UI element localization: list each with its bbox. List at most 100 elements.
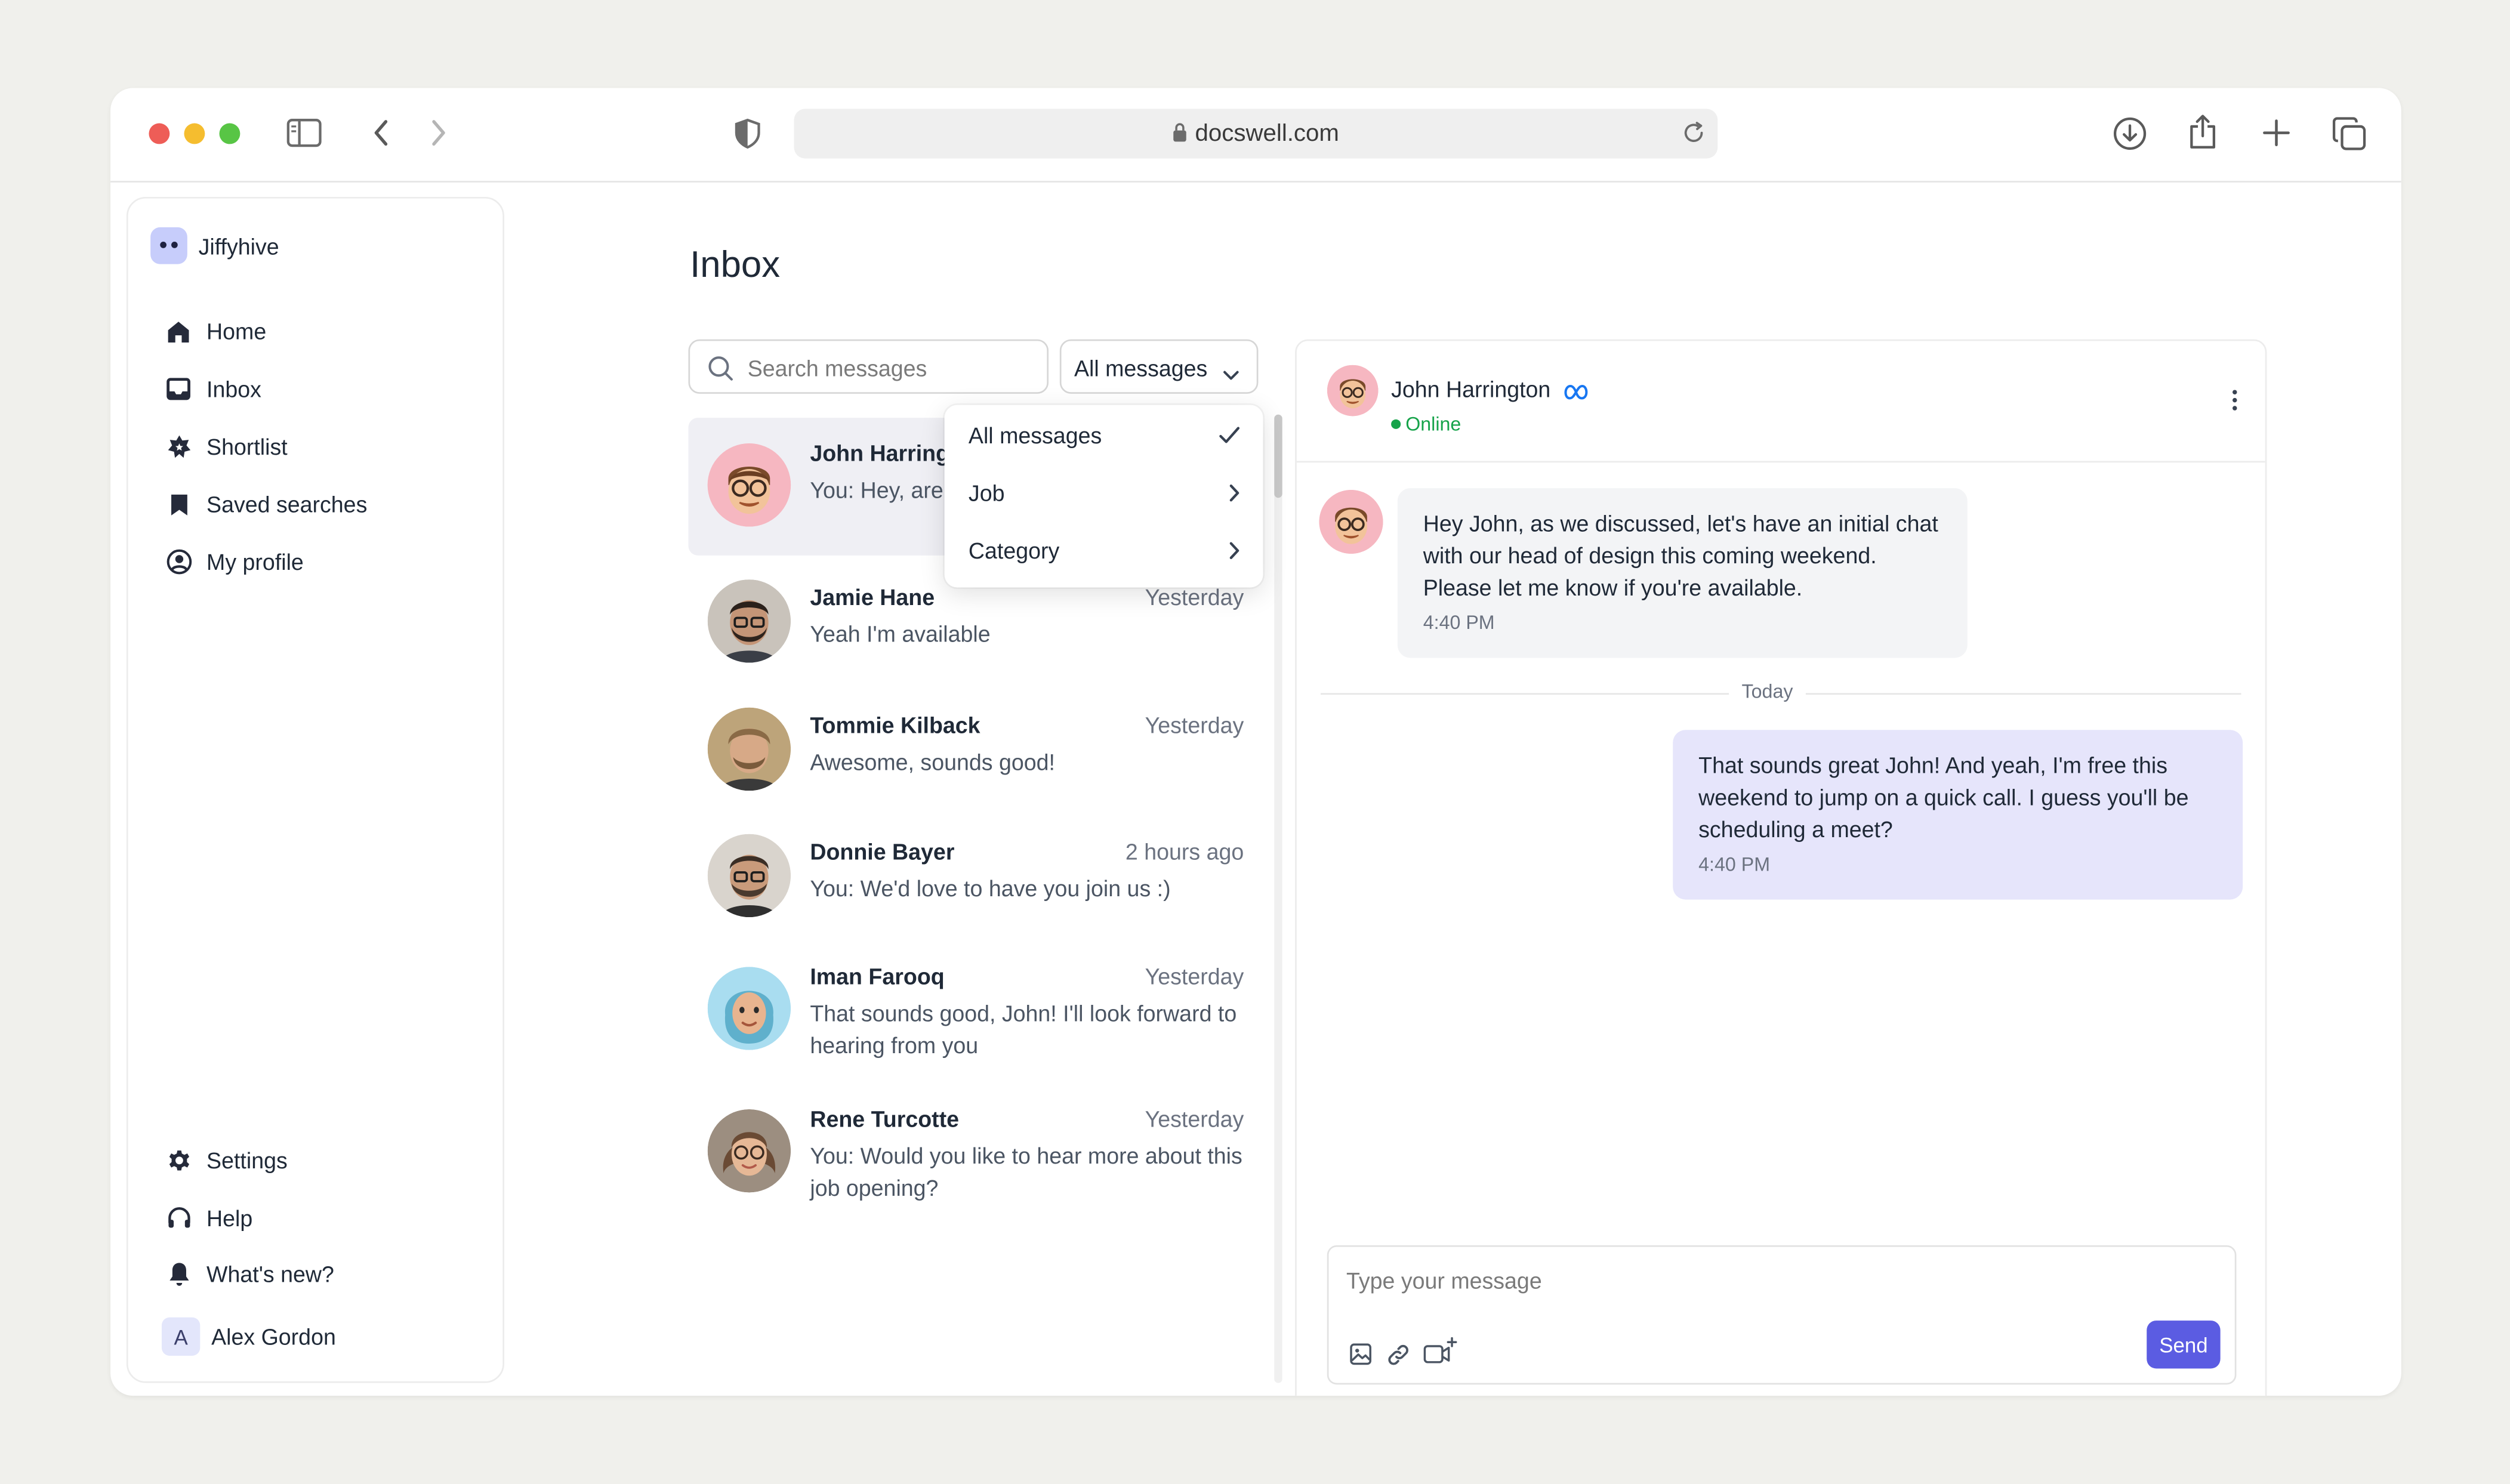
conversation-item[interactable]: Donnie Bayer 2 hours ago You: We'd love …	[688, 823, 1256, 935]
reload-icon[interactable]	[1682, 122, 1705, 152]
chat-panel: John Harrington Online Hey John, as we d…	[1295, 339, 2267, 1396]
sidebar-item-settings[interactable]: Settings	[165, 1143, 288, 1178]
user-name: Alex Gordon	[211, 1323, 336, 1350]
sidebar: Jiffyhive Home Inbox Shortlist Saved sea…	[126, 196, 504, 1383]
forward-icon[interactable]	[429, 119, 448, 156]
link-icon[interactable]	[1386, 1343, 1410, 1375]
avatar[interactable]	[1327, 365, 1379, 416]
sidebar-toggle-icon[interactable]	[286, 119, 322, 156]
browser-window: docswell.com Jiffyhive Home Inbox Shortl…	[110, 88, 2401, 1396]
sidebar-item-label: Home	[206, 318, 267, 344]
gear-icon	[165, 1147, 192, 1174]
meta-icon	[1564, 380, 1588, 408]
avatar	[707, 443, 791, 527]
conversation-name: Iman Farooq	[810, 963, 945, 989]
brand[interactable]: Jiffyhive	[150, 227, 279, 264]
sidebar-item-home[interactable]: Home	[165, 314, 266, 349]
sidebar-item-whats-new[interactable]: What's new?	[165, 1257, 334, 1292]
avatar	[707, 967, 791, 1050]
filter-menu: All messages Job Category	[944, 405, 1263, 588]
send-button[interactable]: Send	[2147, 1321, 2221, 1369]
search-icon	[708, 356, 733, 389]
date-divider-label: Today	[1729, 680, 1806, 703]
menu-item-label: All messages	[968, 422, 1102, 449]
image-icon[interactable]	[1349, 1343, 1372, 1374]
share-icon[interactable]	[2188, 113, 2217, 158]
conversation-preview: You: We'd love to have you join us :)	[810, 875, 1171, 902]
filter-dropdown[interactable]: All messages	[1059, 339, 1259, 394]
zoom-window-button[interactable]	[219, 123, 240, 144]
profile-icon	[165, 548, 192, 576]
conversation-name: Donnie Bayer	[810, 838, 955, 865]
sidebar-item-label: Help	[206, 1205, 253, 1231]
browser-toolbar: docswell.com	[110, 88, 2401, 183]
chat-header: John Harrington Online	[1296, 341, 2265, 463]
avatar	[707, 1109, 791, 1193]
avatar	[707, 579, 791, 663]
sidebar-item-help[interactable]: Help	[165, 1201, 252, 1236]
message-text: Hey John, as we discussed, let's have an…	[1423, 510, 1938, 600]
conversation-scrollbar[interactable]	[1274, 414, 1282, 1383]
menu-item-label: Category	[968, 538, 1060, 564]
new-tab-icon[interactable]	[2262, 119, 2290, 156]
filter-label: All messages	[1074, 355, 1208, 381]
close-window-button[interactable]	[149, 123, 170, 144]
shield-icon[interactable]	[735, 118, 760, 157]
avatar	[707, 834, 791, 918]
menu-item-job[interactable]: Job	[969, 476, 1241, 511]
menu-item-label: Job	[968, 480, 1005, 506]
sidebar-item-inbox[interactable]: Inbox	[165, 371, 261, 406]
sidebar-item-label: What's new?	[206, 1261, 334, 1287]
video-call-icon[interactable]	[1423, 1337, 1458, 1374]
sidebar-item-saved-searches[interactable]: Saved searches	[165, 486, 367, 522]
chevron-right-icon	[1228, 539, 1240, 568]
search-input[interactable]: Search messages	[688, 339, 1049, 394]
conversation-time: 2 hours ago	[1125, 838, 1244, 865]
more-options-icon[interactable]	[2231, 389, 2238, 419]
conversation-preview: Awesome, sounds good!	[810, 749, 1055, 775]
message-time: 4:40 PM	[1698, 853, 1771, 876]
sidebar-item-label: Shortlist	[206, 433, 288, 459]
conversation-name: Jamie Hane	[810, 584, 935, 610]
conversation-name: Tommie Kilback	[810, 712, 980, 738]
inbox-icon	[165, 375, 192, 403]
conversation-item[interactable]: Tommie Kilback Yesterday Awesome, sounds…	[688, 696, 1256, 809]
minimize-window-button[interactable]	[184, 123, 205, 144]
brand-logo-icon	[150, 227, 187, 264]
menu-item-all-messages[interactable]: All messages	[969, 418, 1241, 453]
user-profile[interactable]: A Alex Gordon	[161, 1316, 336, 1357]
message-composer[interactable]: Type your message Send	[1327, 1245, 2237, 1385]
search-placeholder: Search messages	[747, 355, 927, 381]
scrollbar-thumb[interactable]	[1274, 414, 1282, 498]
back-icon[interactable]	[371, 119, 390, 156]
conversation-item[interactable]: Iman Farooq Yesterday That sounds good, …	[688, 949, 1256, 1084]
conversation-time: Yesterday	[1145, 1106, 1244, 1132]
message-text: That sounds great John! And yeah, I'm fr…	[1698, 752, 2189, 842]
bell-icon	[165, 1260, 192, 1288]
conversation-item[interactable]: Rene Turcotte Yesterday You: Would you l…	[688, 1091, 1256, 1226]
conversation-time: Yesterday	[1145, 712, 1244, 738]
page-title: Inbox	[690, 243, 781, 285]
avatar	[1319, 489, 1383, 554]
sidebar-item-label: Saved searches	[206, 491, 368, 517]
sidebar-item-shortlist[interactable]: Shortlist	[165, 429, 288, 464]
online-status: Online	[1405, 413, 1461, 436]
menu-item-category[interactable]: Category	[969, 533, 1241, 568]
chevron-down-icon	[1223, 360, 1239, 389]
tabs-overview-icon[interactable]	[2332, 117, 2366, 159]
conversation-time: Yesterday	[1145, 963, 1244, 989]
conversation-time: Yesterday	[1145, 584, 1244, 610]
download-icon[interactable]	[2113, 117, 2147, 159]
url-text: docswell.com	[1195, 120, 1339, 147]
lock-icon	[1174, 123, 1188, 142]
outgoing-message: That sounds great John! And yeah, I'm fr…	[1673, 730, 2243, 900]
shortlist-icon	[165, 433, 192, 461]
sidebar-item-my-profile[interactable]: My profile	[165, 544, 304, 579]
conversation-preview: You: Would you like to hear more about t…	[810, 1143, 1242, 1201]
address-bar[interactable]: docswell.com	[794, 109, 1718, 159]
sidebar-item-label: My profile	[206, 549, 304, 575]
conversation-preview: Yeah I'm available	[810, 621, 991, 647]
message-time: 4:40 PM	[1423, 611, 1495, 634]
help-icon	[165, 1205, 192, 1232]
conversation-preview: That sounds good, John! I'll look forwar…	[810, 1000, 1237, 1059]
